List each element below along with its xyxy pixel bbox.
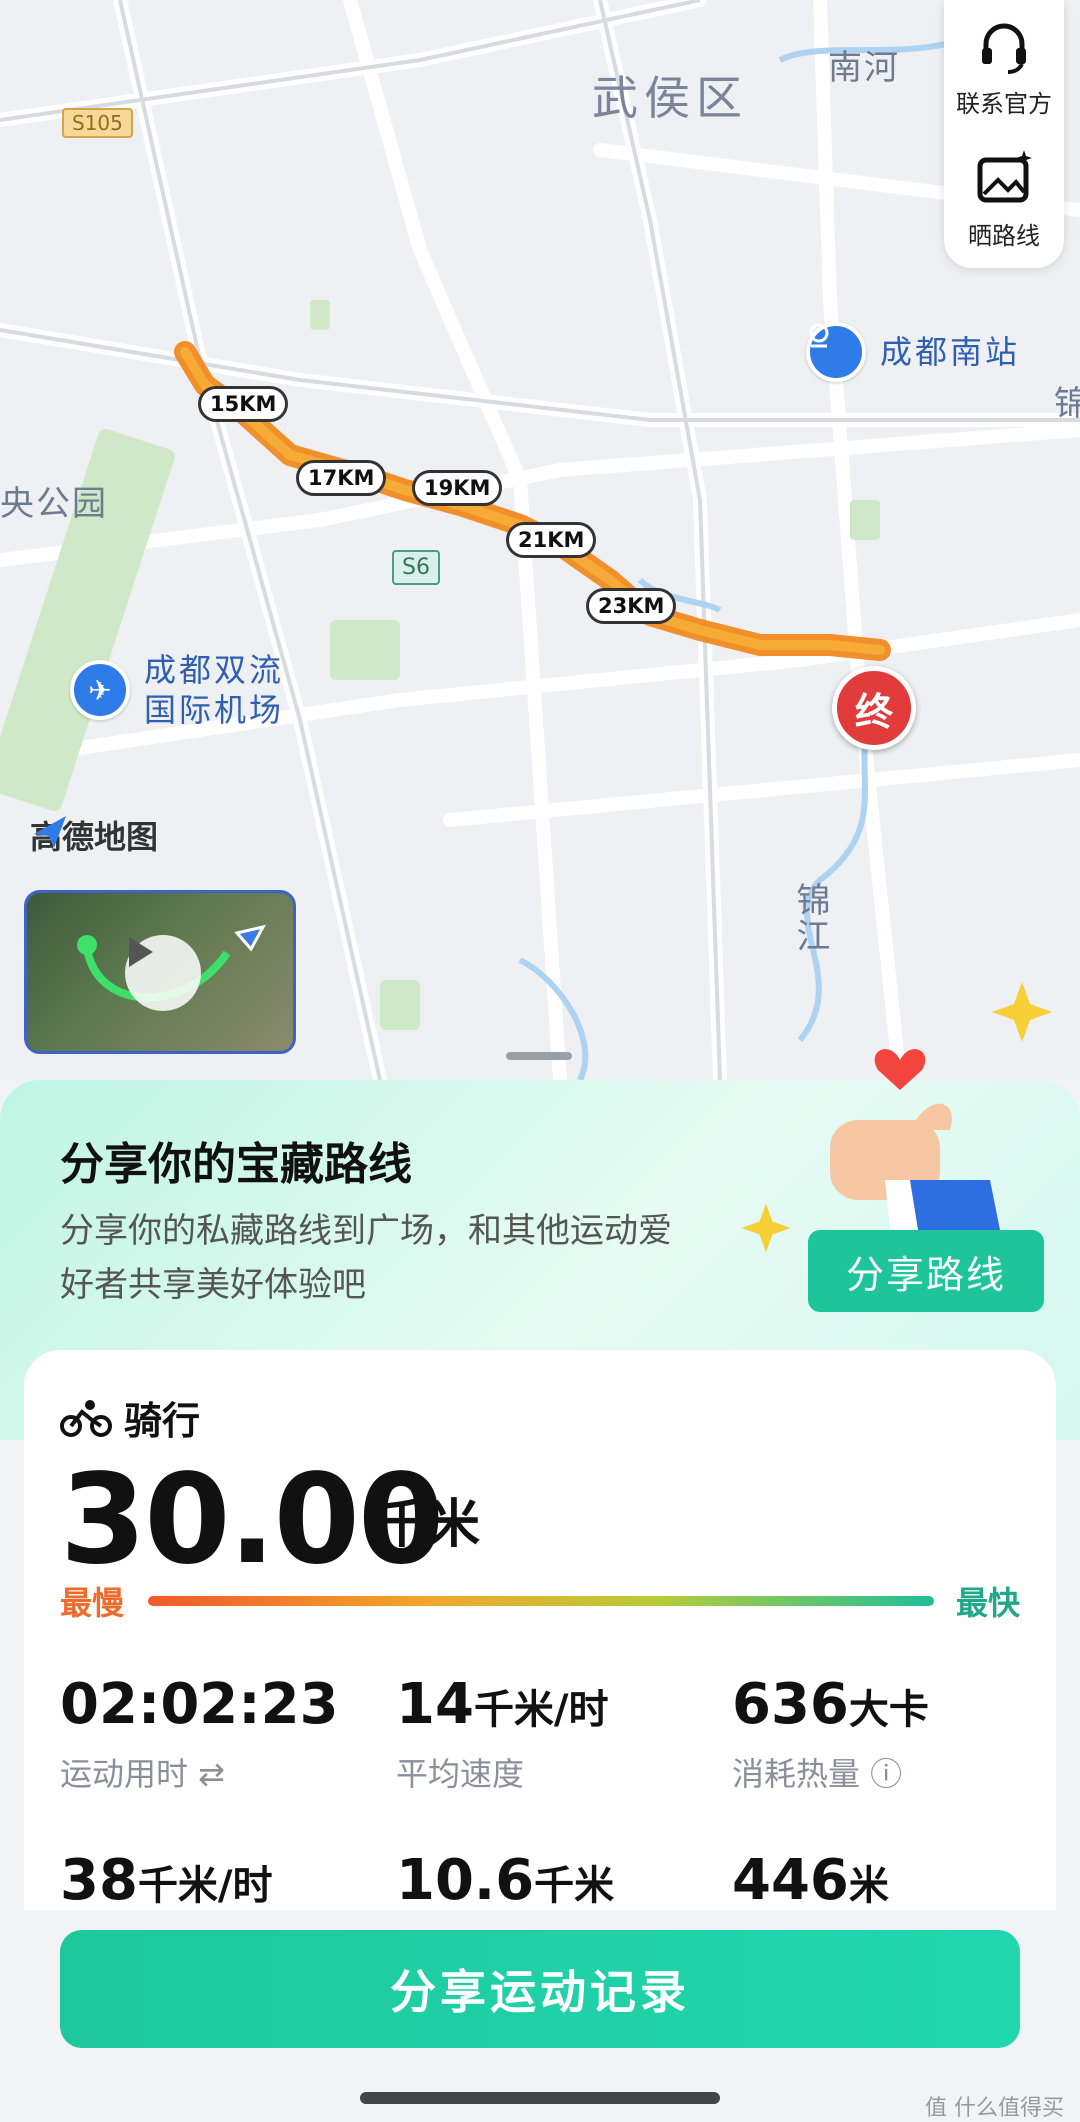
stat-label: 消耗热量 ⓘ [732,1755,903,1793]
stat-distance-secondary: 10.6千米 [396,1848,614,1910]
stat-max-speed: 38千米/时 [60,1848,273,1910]
bicycle-icon [60,1399,112,1437]
promo-subtitle: 分享你的私藏路线到广场，和其他运动爱好者共享美好体验吧 [60,1211,672,1305]
stat-unit: 米 [848,1863,889,1909]
home-indicator[interactable] [360,2092,720,2104]
bottom-bar: 分享运动记录 值 什么值得买 [0,1910,1080,2122]
headset-icon [982,23,1026,74]
stat-unit: 千米/时 [473,1687,609,1733]
share-route-side-button[interactable]: 晒路线 [944,146,1064,251]
km-marker: 15KM [198,386,289,422]
poi-label: 成都双流 国际机场 [144,650,284,730]
route-map[interactable]: 武侯区 南河 央公园 锦 锦江 S105 S6 15KM 17KM 19KM 2… [0,0,1080,1080]
contact-official-button[interactable]: 联系官方 [944,14,1064,119]
map-district-label: 南河 [828,48,900,88]
road-badge: S105 [62,108,133,138]
drag-handle[interactable] [506,1052,572,1060]
fastest-label: 最快 [955,1584,1020,1622]
stat-unit: 大卡 [848,1687,929,1733]
slowest-label: 最慢 [60,1584,125,1622]
speed-gradient-bar [148,1596,934,1606]
poi-label: 成都南站 [880,333,1021,371]
stat-value: 38 [60,1848,138,1910]
poi-train-station[interactable]: 成都南站 [806,322,1020,382]
stat-value: 14 [396,1672,474,1737]
side-panel: 联系官方 晒路线 [944,0,1064,268]
stat-duration[interactable]: 02:02:23 运动用时 ⇄ [60,1672,339,1795]
sparkle-icon [741,1203,791,1253]
map-district-label: 武侯区 [592,71,748,125]
stat-avg-speed: 14千米/时 平均速度 [396,1672,609,1795]
amap-logo: 高德地图 [30,812,158,858]
play-icon[interactable] [125,935,201,1011]
sport-type: 骑行 [60,1390,200,1445]
share-route-button[interactable]: 分享路线 [808,1230,1044,1312]
sparkle-icon [992,982,1052,1042]
poi-label-line: 成都双流 [144,651,285,689]
poi-airport[interactable]: ✈ 成都双流 国际机场 [70,650,284,730]
map-district-label: 锦江 [790,882,830,954]
airplane-icon: ✈ [70,660,130,720]
share-route-side-label: 晒路线 [968,222,1040,250]
stat-label: 运动用时 ⇄ [60,1755,225,1793]
km-marker: 19KM [412,470,503,506]
stat-elevation: 446米 [732,1848,889,1910]
stat-value: 02:02:23 [60,1672,339,1737]
contact-official-label: 联系官方 [956,90,1052,118]
km-marker: 21KM [506,522,597,558]
sport-type-label: 骑行 [124,1399,201,1443]
stat-unit: 千米 [534,1863,615,1909]
map-district-label: 央公园 [0,484,108,524]
stat-value: 446 [732,1848,849,1910]
activity-summary-card: 骑行 30.00 千米 最慢 最快 02:02:23 运动用时 ⇄ 14千米/时… [24,1350,1056,1910]
stat-label: 平均速度 [396,1755,525,1793]
promo-title: 分享你的宝藏路线 [60,1139,412,1190]
stat-calories[interactable]: 636大卡 消耗热量 ⓘ [732,1672,929,1795]
train-station-icon [806,322,866,382]
image-sparkle-icon [977,150,1032,203]
stat-unit: 千米/时 [137,1863,273,1909]
watermark: 值 什么值得买 [925,2096,1064,2121]
km-marker: 23KM [586,588,677,624]
km-marker: 17KM [296,460,387,496]
route-video-thumbnail[interactable] [24,890,296,1054]
distance-unit: 千米 [376,1495,481,1555]
poi-label-line: 国际机场 [144,691,285,729]
amap-arrow-icon [34,816,66,848]
road-badge: S6 [392,550,440,585]
thumbs-up-heart-icon [790,1040,1000,1230]
share-activity-button[interactable]: 分享运动记录 [60,1930,1020,2048]
stat-value: 636 [732,1672,849,1737]
end-marker[interactable]: 终 [832,666,916,750]
map-district-label: 锦 [1054,384,1080,424]
stat-value: 10.6 [396,1848,535,1910]
